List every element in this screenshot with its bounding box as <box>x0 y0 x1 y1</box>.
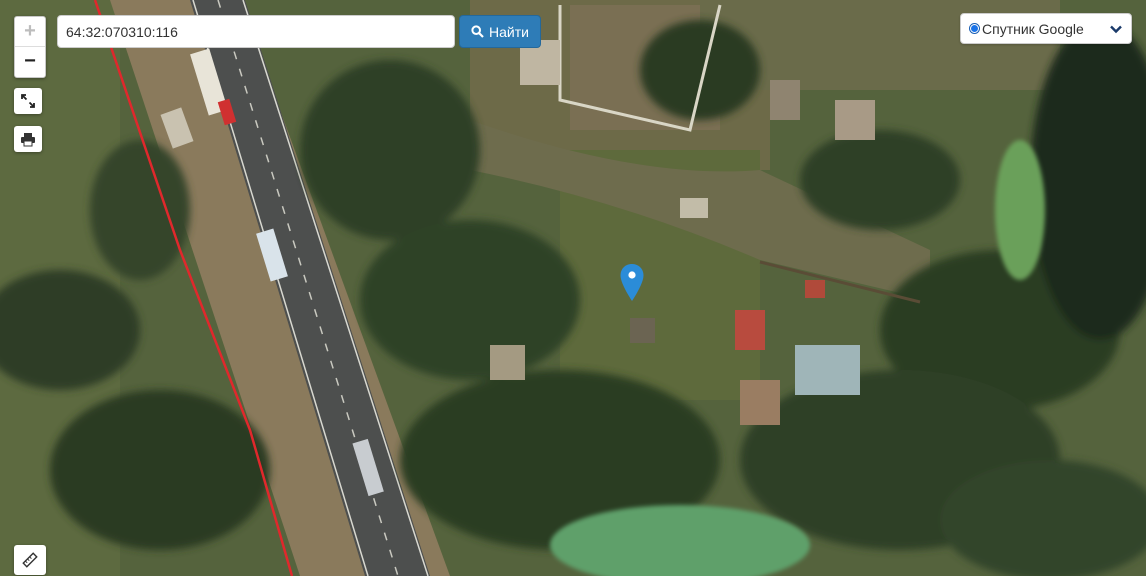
cadastral-search-input[interactable] <box>57 15 455 48</box>
base-layer-label: Спутник Google <box>982 20 1084 37</box>
radio-selected-icon <box>969 23 980 34</box>
map-pin-icon[interactable] <box>619 263 645 303</box>
print-button[interactable] <box>14 126 42 152</box>
search-icon <box>471 25 484 38</box>
map-canvas[interactable]: + − Найти Спутник Google <box>0 0 1146 576</box>
search-button-label: Найти <box>489 23 529 40</box>
zoom-out-button[interactable]: − <box>15 46 45 76</box>
search-button[interactable]: Найти <box>459 15 541 48</box>
satellite-imagery <box>0 0 1146 576</box>
zoom-in-button[interactable]: + <box>15 17 45 46</box>
ruler-icon <box>22 552 38 568</box>
chevron-down-icon <box>1110 25 1122 33</box>
expand-icon <box>21 94 35 108</box>
zoom-control: + − <box>14 16 46 78</box>
measure-button[interactable] <box>14 545 46 575</box>
base-layer-select[interactable]: Спутник Google <box>960 13 1132 44</box>
printer-icon <box>21 132 35 146</box>
fullscreen-button[interactable] <box>14 88 42 114</box>
